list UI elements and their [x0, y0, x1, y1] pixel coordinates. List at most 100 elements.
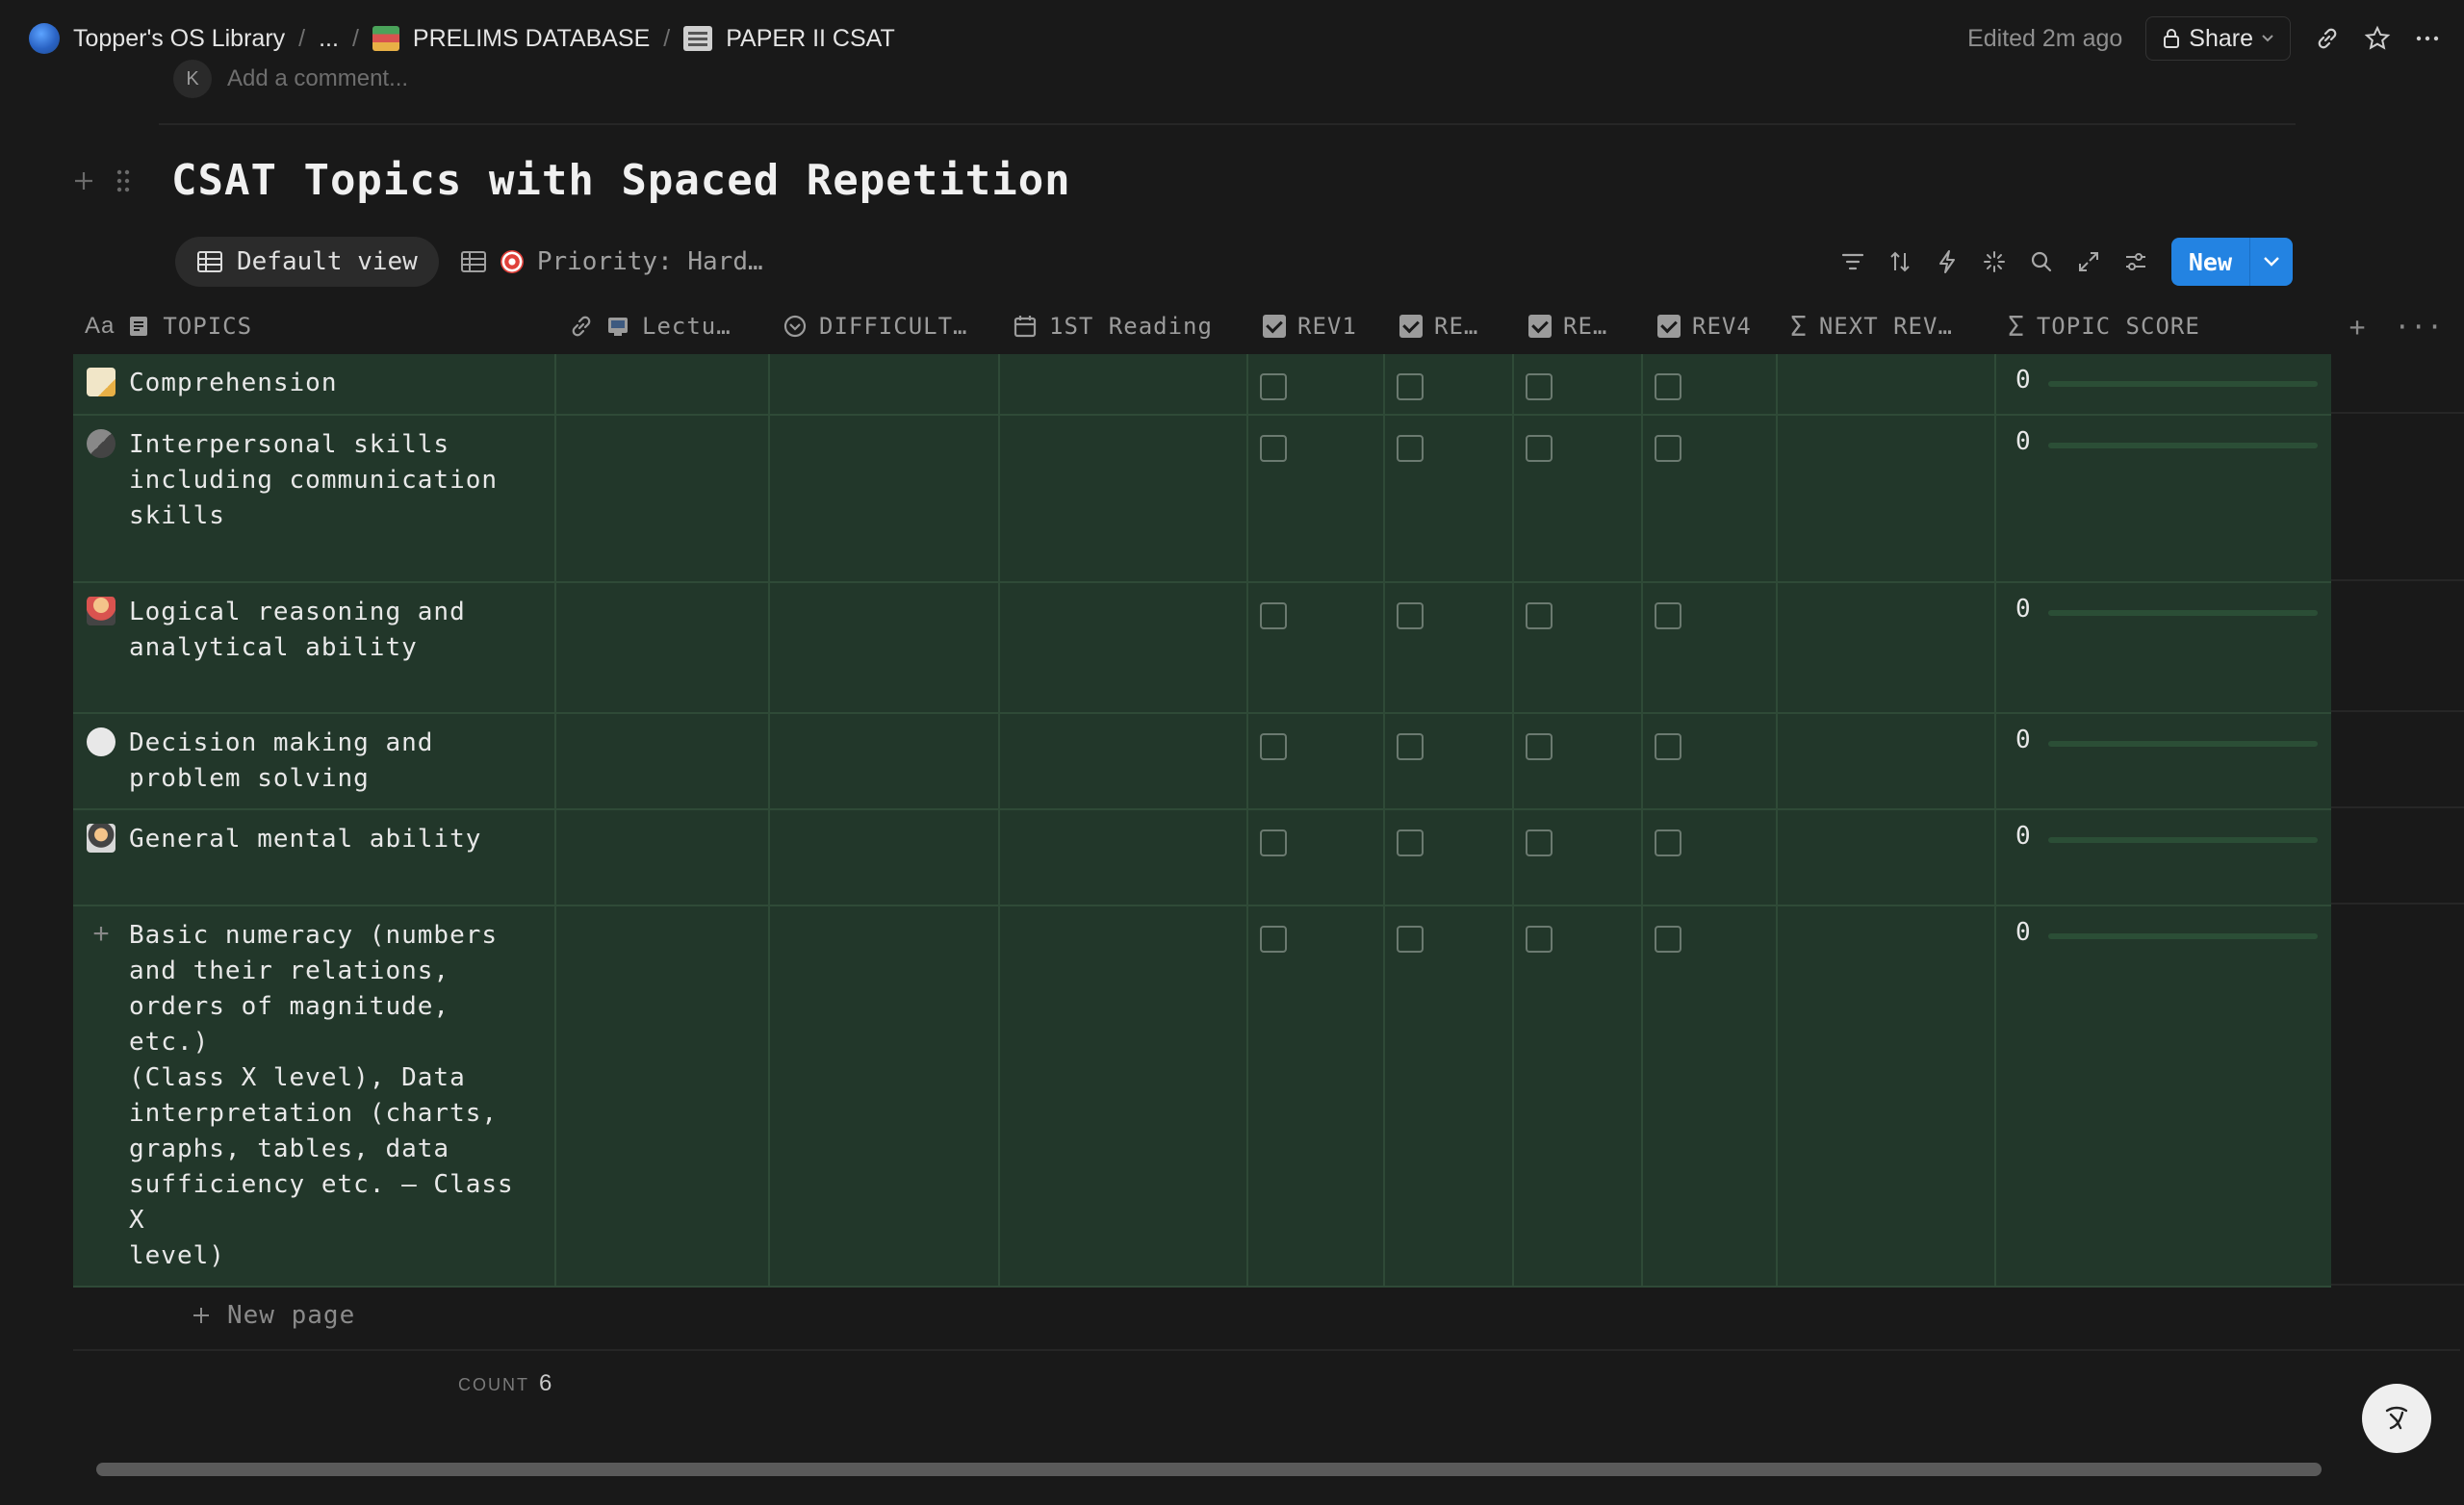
rev4-checkbox[interactable] — [1655, 829, 1681, 856]
detective-icon — [87, 824, 116, 853]
table-body: Comprehension 0 Interpersonal skills incl… — [73, 354, 2464, 1288]
rev2-checkbox[interactable] — [1397, 435, 1424, 462]
table-row[interactable]: Decision making and problem solving 0 — [73, 714, 2464, 810]
title-icon: Aa — [85, 313, 116, 339]
rev2-checkbox[interactable] — [1397, 926, 1424, 953]
column-header-rev3[interactable]: RE… — [1528, 306, 1607, 346]
rev2-checkbox[interactable] — [1397, 733, 1424, 760]
rev3-checkbox[interactable] — [1526, 829, 1553, 856]
topic-score-bar — [2048, 741, 2318, 747]
newspaper-icon — [683, 26, 713, 51]
breadcrumb-item-paper[interactable]: PAPER II CSAT — [683, 25, 895, 53]
table-icon — [460, 251, 486, 272]
top-actions: Edited 2m ago Share — [1967, 0, 2464, 77]
rev1-checkbox[interactable] — [1260, 829, 1287, 856]
edited-status: Edited 2m ago — [1967, 24, 2123, 52]
sparkle-icon[interactable] — [1980, 247, 2009, 276]
tab-default-view[interactable]: Default view — [175, 237, 439, 287]
column-header-topic-score[interactable]: Σ TOPIC SCORE — [2008, 306, 2200, 346]
rev3-checkbox[interactable] — [1526, 926, 1553, 953]
settings-sliders-icon[interactable] — [2121, 247, 2150, 276]
rev3-checkbox[interactable] — [1526, 733, 1553, 760]
column-header-rev2[interactable]: RE… — [1399, 306, 1478, 346]
rev1-checkbox[interactable] — [1260, 602, 1287, 629]
column-label: DIFFICULT… — [819, 313, 968, 340]
view-tabs: Default view Priority: Hard… — [175, 237, 784, 287]
topic-cell[interactable]: Comprehension — [87, 366, 539, 401]
add-column-icon[interactable]: + — [2349, 311, 2366, 343]
table-row[interactable]: Logical reasoning and analytical ability … — [73, 583, 2464, 714]
column-header-lecture[interactable]: Lectu… — [569, 306, 732, 346]
new-button[interactable]: New — [2170, 238, 2293, 286]
topic-cell[interactable]: + Basic numeracy (numbers and their relat… — [87, 918, 539, 1274]
search-icon[interactable] — [2027, 247, 2056, 276]
column-header-difficulty[interactable]: DIFFICULT… — [783, 306, 968, 346]
filter-icon[interactable] — [1838, 247, 1867, 276]
rev3-checkbox[interactable] — [1526, 602, 1553, 629]
count-summary[interactable]: COUNT 6 — [458, 1370, 552, 1397]
link-icon[interactable] — [2314, 25, 2341, 52]
rev4-checkbox[interactable] — [1655, 926, 1681, 953]
more-icon[interactable] — [2414, 25, 2441, 52]
count-label: COUNT — [458, 1375, 529, 1394]
rev2-checkbox[interactable] — [1397, 829, 1424, 856]
column-label: Lectu… — [642, 313, 732, 340]
rev4-checkbox[interactable] — [1655, 373, 1681, 400]
topic-score-bar — [2048, 837, 2318, 843]
topic-score-value: 0 — [2015, 822, 2031, 851]
rev2-checkbox[interactable] — [1397, 602, 1424, 629]
rev3-checkbox[interactable] — [1526, 373, 1553, 400]
topic-cell[interactable]: Interpersonal skills including communicat… — [87, 427, 539, 534]
topic-name: Interpersonal skills including communicat… — [129, 430, 499, 530]
rev4-checkbox[interactable] — [1655, 602, 1681, 629]
column-header-topics[interactable]: Aa TOPICS — [85, 306, 252, 346]
tab-priority-hard[interactable]: Priority: Hard… — [439, 237, 784, 287]
microphone-icon — [87, 429, 116, 458]
comment-input[interactable]: Add a comment... — [227, 65, 408, 92]
chevron-down-icon[interactable] — [2250, 238, 2293, 286]
column-header-rev4[interactable]: REV4 — [1657, 306, 1752, 346]
page-icon — [130, 317, 148, 336]
share-button[interactable]: Share — [2145, 16, 2291, 61]
column-header-next-revision[interactable]: Σ NEXT REV… — [1790, 306, 1953, 346]
rev4-checkbox[interactable] — [1655, 435, 1681, 462]
rev3-checkbox[interactable] — [1526, 435, 1553, 462]
rev1-checkbox[interactable] — [1260, 435, 1287, 462]
topic-cell[interactable]: Logical reasoning and analytical ability — [87, 595, 539, 666]
rev1-checkbox[interactable] — [1260, 733, 1287, 760]
topic-cell[interactable]: Decision making and problem solving — [87, 726, 539, 797]
add-block-icon[interactable] — [71, 168, 96, 193]
rev1-checkbox[interactable] — [1260, 373, 1287, 400]
horizontal-scrollbar[interactable] — [96, 1463, 2322, 1476]
rev1-checkbox[interactable] — [1260, 926, 1287, 953]
table-row[interactable]: Interpersonal skills including communicat… — [73, 416, 2464, 583]
sort-icon[interactable] — [1886, 247, 1914, 276]
new-button-label[interactable]: New — [2171, 238, 2250, 286]
rev4-checkbox[interactable] — [1655, 733, 1681, 760]
books-icon — [372, 26, 399, 51]
breadcrumb-item-prelims[interactable]: PRELIMS DATABASE — [372, 25, 650, 53]
table-row[interactable]: Comprehension 0 — [73, 354, 2464, 416]
table-icon — [197, 251, 222, 272]
new-page-button[interactable]: New page — [191, 1301, 355, 1330]
expand-icon[interactable] — [2074, 247, 2103, 276]
column-header-rev1[interactable]: REV1 — [1263, 306, 1357, 346]
column-label: RE… — [1563, 313, 1608, 340]
target-icon — [500, 250, 524, 273]
comment-row[interactable]: K Add a comment... — [173, 60, 408, 98]
topic-cell[interactable]: General mental ability — [87, 822, 539, 857]
link-icon — [572, 316, 591, 337]
star-icon[interactable] — [2364, 25, 2391, 52]
rev2-checkbox[interactable] — [1397, 373, 1424, 400]
breadcrumb-item-ellipsis[interactable]: ... — [319, 25, 339, 53]
table-row[interactable]: General mental ability 0 — [73, 810, 2464, 906]
more-icon[interactable]: ··· — [2394, 311, 2443, 343]
topic-score-value: 0 — [2015, 427, 2031, 456]
table-row[interactable]: + Basic numeracy (numbers and their relat… — [73, 906, 2464, 1288]
ai-assistant-button[interactable] — [2362, 1384, 2431, 1453]
automation-bolt-icon[interactable] — [1933, 247, 1962, 276]
avatar: K — [173, 60, 212, 98]
drag-handle-icon[interactable] — [114, 167, 133, 194]
column-header-first-reading[interactable]: 1ST Reading — [1013, 306, 1213, 346]
breadcrumb-item-library[interactable]: Topper's OS Library — [29, 23, 285, 54]
